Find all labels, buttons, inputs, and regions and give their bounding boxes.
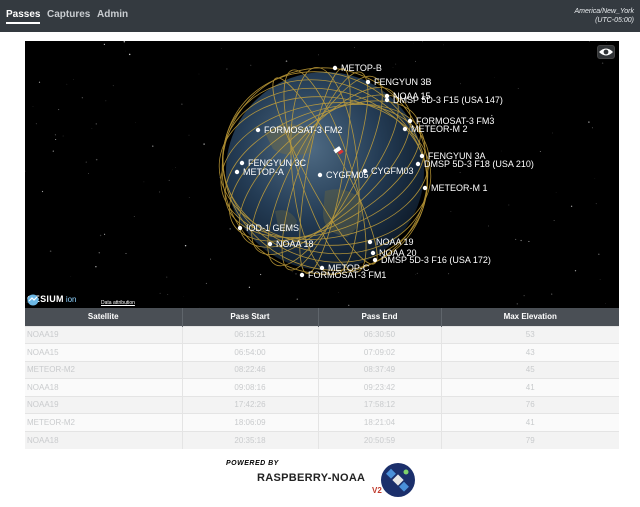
satellite-marker[interactable] — [415, 161, 421, 167]
satellite-label[interactable]: IOD-1 GEMS — [246, 223, 299, 233]
cell-satellite: NOAA19 — [25, 395, 182, 414]
satellite-marker[interactable] — [407, 118, 413, 124]
data-attribution-link[interactable]: Data attribution — [101, 300, 135, 306]
satellite-label[interactable]: FENGYUN 3B — [374, 77, 432, 87]
cell-satellite: METEOR-M2 — [25, 360, 182, 379]
cesium-logo: CESIUM ion — [27, 294, 77, 306]
table-row: NOAA18 09:08:16 09:23:42 41 — [25, 378, 619, 396]
cell-pass-start: 17:42:26 — [181, 395, 318, 414]
satellite-marker[interactable] — [365, 79, 371, 85]
eye-icon — [599, 48, 613, 56]
cell-pass-start: 06:15:21 — [181, 325, 318, 344]
satellite-marker[interactable] — [299, 272, 305, 278]
column-header-pass-end[interactable]: Pass End — [317, 308, 441, 326]
cell-pass-start: 08:22:46 — [181, 360, 318, 379]
satellite-marker[interactable] — [370, 250, 376, 256]
cell-pass-end: 18:21:04 — [317, 413, 441, 431]
globe-canvas[interactable]: METOP-BFENGYUN 3BNOAA 15DMSP 5D-3 F15 (U… — [25, 41, 619, 308]
satellite-label[interactable]: CYGFM03 — [371, 166, 414, 176]
nav-captures-link[interactable]: Captures — [47, 9, 90, 20]
cell-max-elevation: 41 — [440, 378, 619, 396]
satellite-label[interactable]: FORMOSAT-3 FM1 — [308, 270, 386, 280]
cell-pass-end: 06:30:50 — [317, 325, 441, 344]
satellite-marker[interactable] — [234, 169, 240, 175]
satellite-label[interactable]: NOAA 19 — [376, 237, 414, 247]
table-row: NOAA19 17:42:26 17:58:12 76 — [25, 395, 619, 414]
satellite-label[interactable]: METOP-A — [243, 167, 284, 177]
cell-max-elevation: 45 — [440, 360, 619, 379]
brand-wordmark: RASPBERRY-NOAA — [257, 472, 366, 484]
cell-pass-end: 20:50:59 — [317, 430, 441, 449]
table-row: NOAA19 06:15:21 06:30:50 53 — [25, 325, 619, 344]
table-row: NOAA15 06:54:00 07:09:02 43 — [25, 343, 619, 361]
satellite-label[interactable]: NOAA 18 — [276, 239, 314, 249]
cell-max-elevation: 79 — [440, 430, 619, 449]
table-row: NOAA18 20:35:18 20:50:59 79 — [25, 430, 619, 449]
cell-pass-start: 06:54:00 — [181, 343, 318, 361]
satellite-marker[interactable] — [255, 127, 261, 133]
satellite-label[interactable]: DMSP 5D-3 F16 (USA 172) — [381, 255, 491, 265]
cell-pass-end: 07:09:02 — [317, 343, 441, 361]
satellite-marker[interactable] — [419, 153, 425, 159]
satellite-marker[interactable] — [422, 185, 428, 191]
satellite-logo-icon — [381, 463, 415, 497]
nav-admin-link[interactable]: Admin — [97, 9, 128, 20]
satellite-marker[interactable] — [372, 257, 378, 263]
cell-satellite: NOAA18 — [25, 378, 182, 396]
cell-max-elevation: 53 — [440, 325, 619, 344]
cell-pass-end: 09:23:42 — [317, 378, 441, 396]
satellite-marker[interactable] — [384, 93, 390, 99]
cesium-icon — [27, 294, 39, 306]
satellite-label[interactable]: METEOR-M 2 — [411, 124, 468, 134]
cell-satellite: NOAA15 — [25, 343, 182, 361]
cesium-ion-wordmark: ion — [65, 294, 77, 304]
cell-max-elevation: 41 — [440, 413, 619, 431]
cell-satellite: NOAA18 — [25, 430, 182, 449]
timezone-name: America/New_York — [574, 8, 634, 15]
satellite-marker[interactable] — [237, 225, 243, 231]
cell-pass-start: 18:06:09 — [181, 413, 318, 431]
satellite-marker[interactable] — [367, 239, 373, 245]
cell-satellite: METEOR-M2 — [25, 413, 182, 431]
satellite-label[interactable]: DMSP 5D-3 F15 (USA 147) — [393, 95, 503, 105]
cell-pass-start: 09:08:16 — [181, 378, 318, 396]
table-header-row: Satellite Pass Start Pass End Max Elevat… — [25, 308, 619, 326]
cell-max-elevation: 76 — [440, 395, 619, 414]
table-row: METEOR-M2 08:22:46 08:37:49 45 — [25, 360, 619, 379]
satellite-label[interactable]: METEOR-M 1 — [431, 183, 488, 193]
powered-by-label: POWERED BY — [226, 460, 279, 467]
eye-icon-button[interactable] — [597, 45, 615, 59]
satellite-globe-view[interactable]: METOP-B FENGYUN 3B NOAA 15 DMSP 5D-3 F15 (U… — [25, 41, 619, 308]
satellite-label[interactable]: FORMOSAT-3 FM2 — [264, 125, 342, 135]
timezone-offset: (UTC-05:00) — [595, 17, 634, 24]
satellite-marker[interactable] — [332, 65, 338, 71]
satellite-marker[interactable] — [267, 241, 273, 247]
column-header-pass-start[interactable]: Pass Start — [181, 308, 318, 326]
satellite-label[interactable]: METOP-B — [341, 63, 382, 73]
satellite-label[interactable]: DMSP 5D-3 F18 (USA 210) — [424, 159, 534, 169]
nav-passes-link[interactable]: Passes — [6, 9, 41, 24]
satellite-marker[interactable] — [317, 172, 323, 178]
passes-table: Satellite Pass Start Pass End Max Elevat… — [25, 308, 619, 449]
cell-pass-start: 20:35:18 — [181, 430, 318, 449]
column-header-max-elevation[interactable]: Max Elevation — [440, 308, 619, 326]
satellite-marker[interactable] — [384, 97, 390, 103]
navbar: Passes Captures Admin America/New_York (… — [0, 0, 640, 32]
cell-pass-end: 08:37:49 — [317, 360, 441, 379]
cell-max-elevation: 43 — [440, 343, 619, 361]
satellite-marker[interactable] — [362, 168, 368, 174]
satellite-label[interactable]: CYGFM05 — [326, 170, 369, 180]
satellite-marker[interactable] — [402, 126, 408, 132]
satellite-marker[interactable] — [239, 160, 245, 166]
timezone-display: America/New_York (UTC-05:00) — [574, 7, 634, 25]
cell-satellite: NOAA19 — [25, 325, 182, 344]
table-row: METEOR-M2 18:06:09 18:21:04 41 — [25, 413, 619, 431]
column-header-satellite[interactable]: Satellite — [25, 308, 182, 326]
cell-pass-end: 17:58:12 — [317, 395, 441, 414]
